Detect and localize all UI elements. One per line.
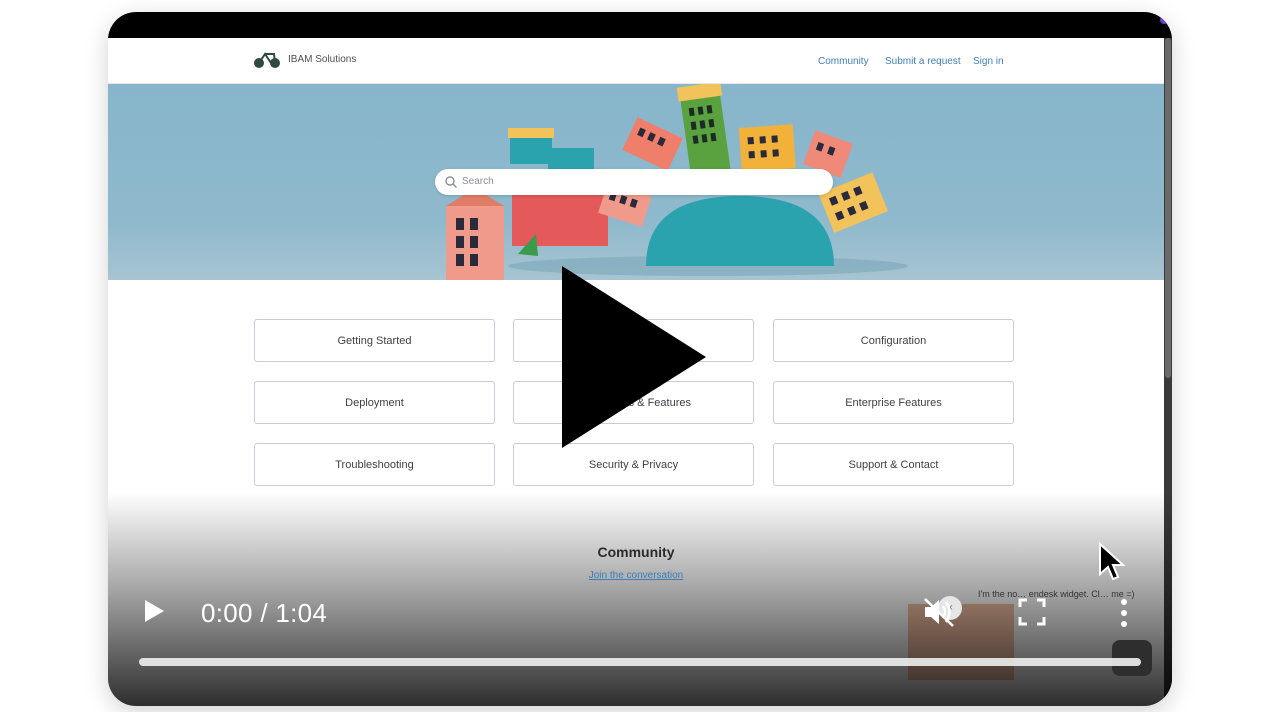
time-display: 0:00 / 1:04	[201, 598, 328, 628]
search-icon	[445, 176, 457, 188]
category-deployment[interactable]: Deployment	[254, 381, 495, 424]
progress-bar[interactable]	[139, 658, 1141, 666]
status-dot	[1160, 16, 1168, 24]
bike-logo-icon	[254, 52, 280, 68]
nav-submit-request-link[interactable]: Submit a request	[885, 56, 961, 67]
category-getting-started[interactable]: Getting Started	[254, 319, 495, 362]
category-configuration[interactable]: Configuration	[773, 319, 1014, 362]
brand-name: IBAM Solutions	[288, 54, 357, 65]
search-placeholder: Search	[462, 176, 494, 187]
category-troubleshooting[interactable]: Troubleshooting	[254, 443, 495, 486]
category-support-contact[interactable]: Support & Contact	[773, 443, 1014, 486]
video-player[interactable]: IBAM Solutions Community Submit a reques…	[108, 12, 1172, 706]
hero-banner: Search	[108, 84, 1164, 280]
site-header: IBAM Solutions Community Submit a reques…	[108, 38, 1164, 84]
join-conversation-link[interactable]: Join the conversation	[108, 570, 1164, 581]
muted-speaker-icon[interactable]	[922, 596, 956, 628]
category-enterprise-features[interactable]: Enterprise Features	[773, 381, 1014, 424]
page-scrollbar[interactable]	[1164, 38, 1172, 706]
more-options-icon[interactable]	[1116, 598, 1132, 628]
fullscreen-icon[interactable]	[1018, 598, 1046, 626]
mouse-cursor-icon	[1099, 542, 1126, 581]
search-input[interactable]: Search	[435, 169, 833, 195]
nav-community-link[interactable]: Community	[818, 56, 869, 67]
community-heading: Community	[597, 544, 675, 560]
scrollbar-thumb[interactable]	[1165, 38, 1171, 378]
big-play-icon[interactable]	[560, 264, 710, 450]
nav-sign-in-link[interactable]: Sign in	[973, 56, 1004, 67]
play-icon[interactable]	[142, 598, 166, 624]
